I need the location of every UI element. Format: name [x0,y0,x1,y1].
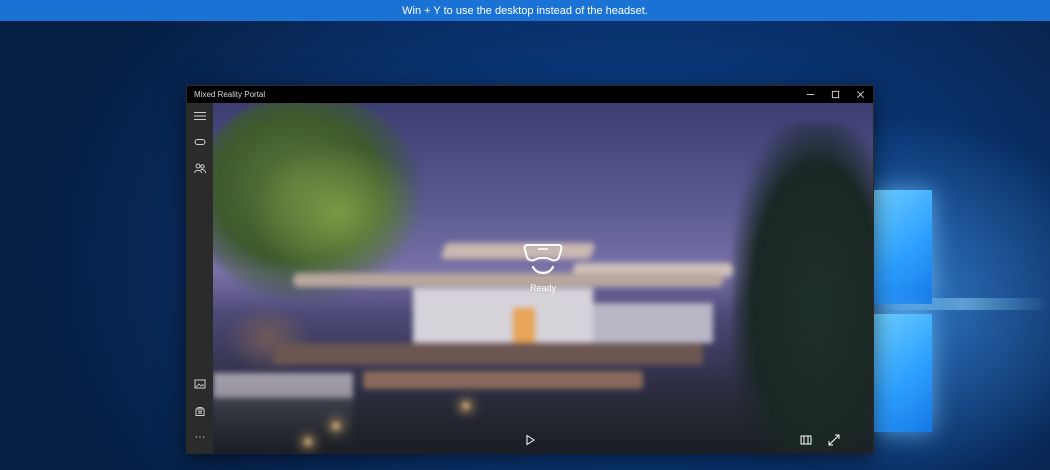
hamburger-menu-icon [194,112,206,120]
sidebar-item-people[interactable] [187,157,213,179]
sidebar-item-headset[interactable] [187,131,213,153]
image-icon [194,379,206,389]
menu-button[interactable] [187,105,213,127]
windows-logo [872,180,1050,440]
minimize-icon [806,94,815,95]
close-icon [857,91,864,98]
split-view-button[interactable] [795,429,817,451]
window-title: Mixed Reality Portal [194,90,266,99]
more-icon: ··· [194,431,206,443]
banner-text: Win + Y to use the desktop instead of th… [402,4,648,17]
people-icon [194,163,206,174]
sidebar-item-store[interactable] [187,400,213,422]
headset-status: Ready [513,239,573,293]
mixed-reality-cliff-house-view: Ready [213,103,873,454]
status-label: Ready [529,283,556,293]
mixed-reality-portal-window: Mixed Reality Portal ··· Ready [186,85,874,454]
maximize-icon [831,90,840,99]
maximize-button[interactable] [823,86,848,103]
minimize-button[interactable] [798,86,823,103]
split-view-icon [800,435,812,445]
sidebar-item-image[interactable] [187,373,213,395]
sidebar: ··· [187,103,213,454]
more-button[interactable]: ··· [187,426,213,448]
store-icon [195,407,205,416]
headset-banner: Win + Y to use the desktop instead of th… [0,0,1050,21]
play-button[interactable] [519,429,541,451]
headset-icon [194,139,206,145]
play-icon [526,434,535,446]
close-button[interactable] [848,86,873,103]
headset-ready-icon [523,244,563,275]
title-bar[interactable]: Mixed Reality Portal [187,86,873,103]
expand-button[interactable] [823,429,845,451]
expand-icon [828,434,840,446]
